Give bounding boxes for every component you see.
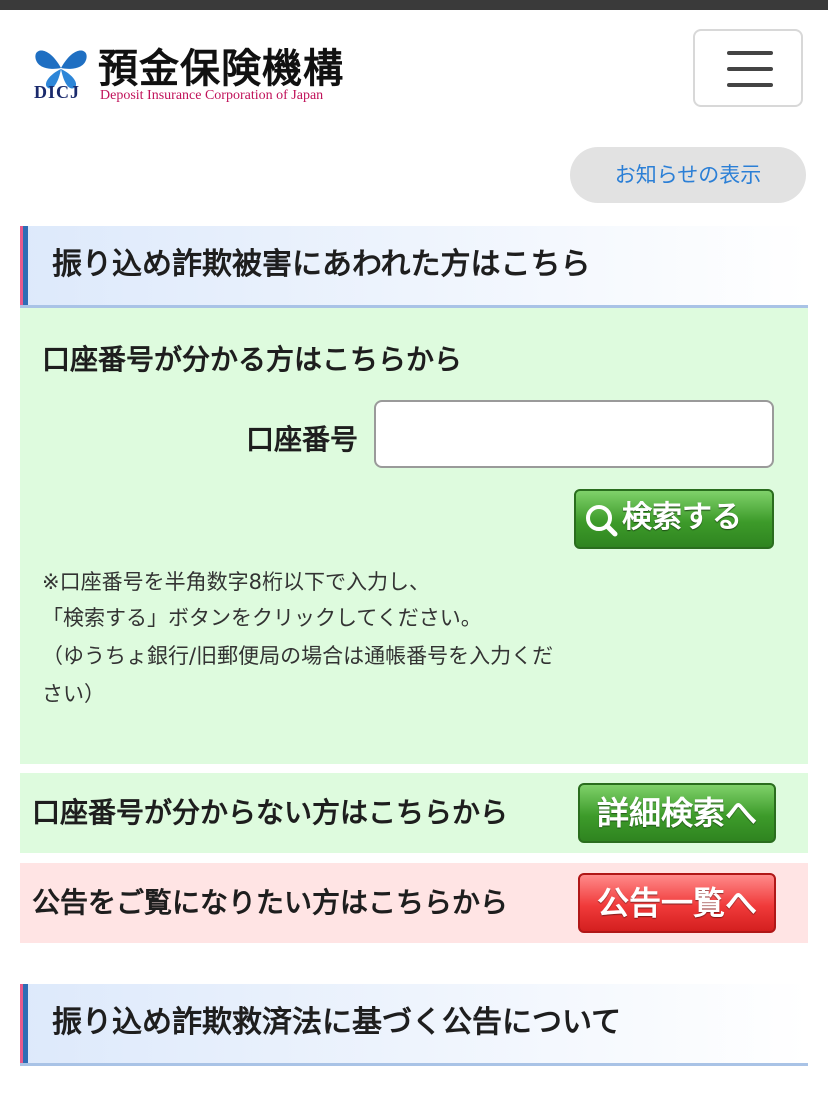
account-number-label: 口座番号 <box>246 423 359 456</box>
fraud-victims-section-header: 振り込め詐欺被害にあわれた方はこちら <box>20 226 808 308</box>
logo-abbreviation: DICJ <box>34 82 81 102</box>
logo-english-name: Deposit Insurance Corporation of Japan <box>100 88 324 103</box>
magnifier-icon <box>586 505 618 537</box>
section-accent-bar <box>20 226 30 305</box>
menu-button[interactable] <box>693 29 803 107</box>
instruction-note-line: （ゆうちょ銀行/旧郵便局の場合は通帳番号を入力くだ <box>42 644 554 668</box>
section-accent-bar <box>20 984 30 1063</box>
logo-japanese-name: 預金保険機構 <box>98 45 344 92</box>
show-notices-button[interactable]: お知らせの表示 <box>570 147 806 203</box>
account-search-panel: 口座番号が分かる方はこちらから 口座番号 検索する ※口座番号を半角数字8桁以下… <box>20 308 808 764</box>
relief-law-section-header: 振り込め詐欺救済法に基づく公告について <box>20 984 808 1066</box>
search-button[interactable]: 検索する <box>574 489 774 549</box>
dicj-logo[interactable]: DICJ 預金保険機構 Deposit Insurance Corporatio… <box>30 38 390 118</box>
panel-title: 口座番号が分かる方はこちらから <box>42 343 463 376</box>
unknown-account-text: 口座番号が分からない方はこちらから <box>32 796 509 829</box>
account-number-input[interactable] <box>374 400 774 468</box>
hamburger-icon <box>727 51 773 87</box>
public-notice-text: 公告をご覧になりたい方はこちらから <box>32 886 509 919</box>
notice-list-button[interactable]: 公告一覧へ <box>578 873 776 933</box>
section-title: 振り込め詐欺被害にあわれた方はこちら <box>52 247 591 282</box>
search-button-label: 検索する <box>622 500 742 535</box>
instruction-note-line: 「検索する」ボタンをクリックしてください。 <box>42 606 482 630</box>
instruction-note-line: さい） <box>42 682 105 706</box>
public-notice-row: 公告をご覧になりたい方はこちらから 公告一覧へ <box>20 863 808 943</box>
instruction-note-line: ※口座番号を半角数字8桁以下で入力し、 <box>42 570 430 594</box>
site-header: DICJ 預金保険機構 Deposit Insurance Corporatio… <box>0 10 828 130</box>
unknown-account-row: 口座番号が分からない方はこちらから 詳細検索へ <box>20 773 808 853</box>
section-title: 振り込め詐欺救済法に基づく公告について <box>52 1005 622 1040</box>
detailed-search-button[interactable]: 詳細検索へ <box>578 783 776 843</box>
status-bar <box>0 0 828 10</box>
